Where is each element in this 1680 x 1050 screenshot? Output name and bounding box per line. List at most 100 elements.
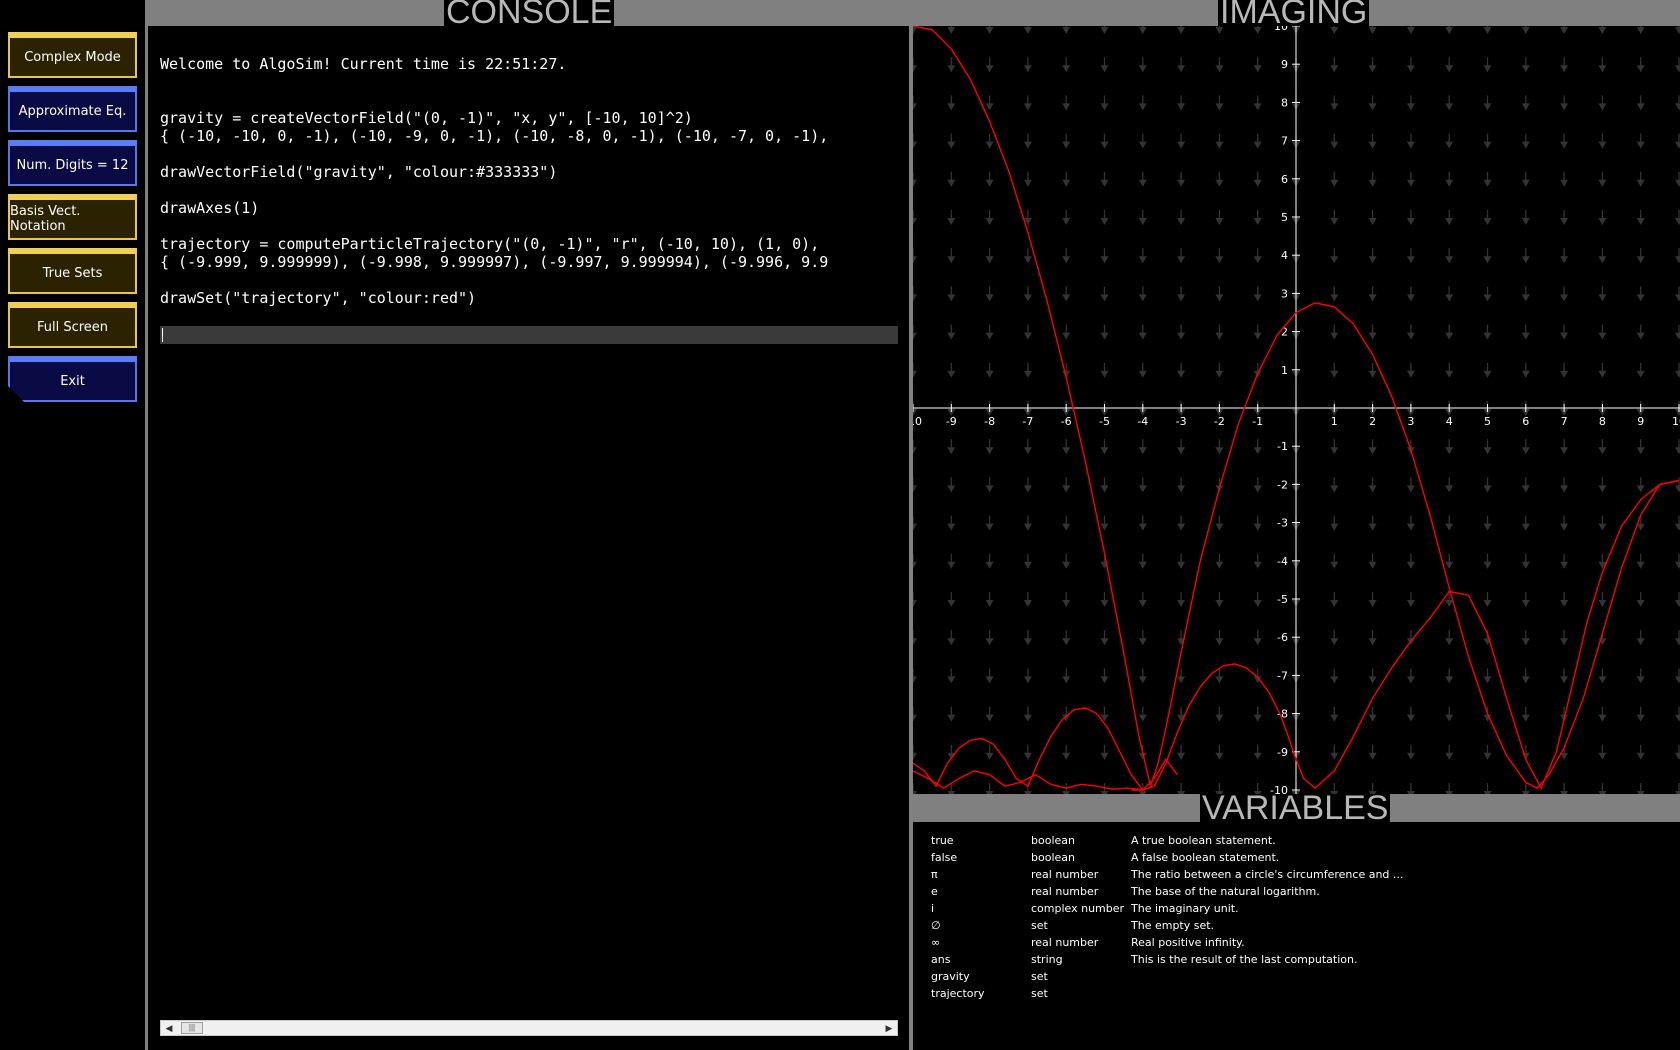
vector-arrowhead xyxy=(1636,370,1645,378)
vector-arrowhead xyxy=(913,218,917,225)
vector-arrowhead xyxy=(1521,179,1530,187)
vector-arrowhead xyxy=(1406,179,1415,187)
vector-arrowhead xyxy=(1138,103,1147,111)
y-tick-label: -7 xyxy=(1277,669,1288,682)
vector-arrowhead xyxy=(947,256,956,264)
vector-arrowhead xyxy=(1330,218,1339,225)
console-line: gravity = createVectorField("(0, -1)", "… xyxy=(160,110,693,126)
x-tick-label: -8 xyxy=(984,415,995,428)
vector-arrowhead xyxy=(1330,179,1339,187)
variable-type: set xyxy=(1031,919,1048,932)
vector-arrowhead xyxy=(1560,27,1569,34)
num-digits-button[interactable]: Num. Digits = 12 xyxy=(8,140,137,186)
variable-name: ans xyxy=(931,953,951,966)
vector-arrowhead xyxy=(1062,523,1071,531)
y-tick-label: -9 xyxy=(1277,746,1288,759)
vector-arrowhead xyxy=(1062,218,1071,225)
scroll-left-icon[interactable]: ◀ xyxy=(161,1021,177,1035)
vector-arrowhead xyxy=(1521,65,1530,73)
vector-arrowhead xyxy=(1521,27,1530,34)
vector-arrowhead xyxy=(1253,218,1262,225)
vector-arrowhead xyxy=(913,447,917,455)
vector-arrowhead xyxy=(1100,141,1109,149)
variable-name: gravity xyxy=(931,970,970,983)
vector-arrowhead xyxy=(1521,141,1530,149)
vector-arrowhead xyxy=(1023,179,1032,187)
vector-arrowhead xyxy=(1177,561,1186,569)
vector-arrowhead xyxy=(1330,370,1339,378)
vector-arrowhead xyxy=(1138,561,1147,569)
vector-arrowhead xyxy=(1483,27,1492,34)
vector-arrowhead xyxy=(1521,714,1530,722)
variable-description: The ratio between a circle's circumferen… xyxy=(1131,868,1404,881)
vector-arrowhead xyxy=(985,27,994,34)
console-input[interactable] xyxy=(160,326,898,344)
vector-arrowhead xyxy=(1062,447,1071,455)
vector-arrowhead xyxy=(1675,141,1680,149)
vector-arrowhead xyxy=(1636,141,1645,149)
vector-arrowhead xyxy=(1177,332,1186,340)
variables-panel: true boolean A true boolean statement. fal… xyxy=(913,822,1680,1050)
vector-arrowhead xyxy=(1675,676,1680,684)
vector-arrowhead xyxy=(1023,638,1032,646)
vector-arrowhead xyxy=(1368,103,1377,111)
vector-arrowhead xyxy=(1483,676,1492,684)
vector-arrowhead xyxy=(947,141,956,149)
vector-arrowhead xyxy=(1023,752,1032,760)
basis-vect-notation-button[interactable]: Basis Vect. Notation xyxy=(8,194,137,240)
vector-arrowhead xyxy=(1023,141,1032,149)
vector-arrowhead xyxy=(1062,294,1071,302)
true-sets-button[interactable]: True Sets xyxy=(8,248,137,294)
x-tick-label: 7 xyxy=(1561,415,1568,428)
x-tick-label: 9 xyxy=(1637,415,1644,428)
variable-description: This is the result of the last computati… xyxy=(1131,953,1358,966)
text-caret xyxy=(162,328,163,342)
exit-button[interactable]: Exit xyxy=(8,356,137,402)
vector-arrowhead xyxy=(1560,218,1569,225)
vector-arrowhead xyxy=(1023,447,1032,455)
vector-arrowhead xyxy=(1406,600,1415,607)
vector-arrowhead xyxy=(1598,600,1607,607)
variable-name: ∅ xyxy=(931,919,941,932)
vector-arrowhead xyxy=(1368,27,1377,34)
vector-arrowhead xyxy=(913,103,917,111)
vector-arrowhead xyxy=(1215,523,1224,531)
vector-arrowhead xyxy=(1062,27,1071,34)
vector-arrowhead xyxy=(1177,103,1186,111)
scroll-right-icon[interactable]: ▶ xyxy=(881,1021,897,1035)
vector-arrowhead xyxy=(1598,332,1607,340)
vector-arrowhead xyxy=(913,752,917,760)
imaging-title: IMAGING xyxy=(1218,0,1370,26)
vector-arrowhead xyxy=(1445,447,1454,455)
vector-arrowhead xyxy=(1062,561,1071,569)
variable-description: A false boolean statement. xyxy=(1131,851,1280,864)
vector-arrowhead xyxy=(947,294,956,302)
vector-arrowhead xyxy=(947,561,956,569)
complex-mode-button[interactable]: Complex Mode xyxy=(8,32,137,78)
vector-arrowhead xyxy=(1253,65,1262,73)
vector-arrowhead xyxy=(1062,179,1071,187)
vector-arrowhead xyxy=(1675,600,1680,607)
vector-arrowhead xyxy=(1483,65,1492,73)
imaging-panel[interactable]: -10 -9 -8 -7 -6 -5 -4 -3 -2 -1 1 2 3 4 5 6 7 8 9 10 10 9 8 7 6 5 4… xyxy=(913,26,1680,794)
vector-arrowhead xyxy=(1521,256,1530,264)
vector-arrowhead xyxy=(1215,676,1224,684)
vector-arrowhead xyxy=(985,103,994,111)
plot-canvas[interactable]: -10 -9 -8 -7 -6 -5 -4 -3 -2 -1 1 2 3 4 5 6 7 8 9 10 10 9 8 7 6 5 4… xyxy=(913,26,1680,794)
scroll-thumb[interactable]: ||| xyxy=(181,1022,203,1034)
vector-arrowhead xyxy=(1636,103,1645,111)
approximate-eq-button[interactable]: Approximate Eq. xyxy=(8,86,137,132)
variable-type: set xyxy=(1031,970,1048,983)
vector-arrowhead xyxy=(1023,561,1032,569)
console-horizontal-scrollbar[interactable]: ◀ ||| ▶ xyxy=(160,1020,898,1036)
vector-arrowhead xyxy=(1330,600,1339,607)
vector-arrowhead xyxy=(985,561,994,569)
vector-arrowhead xyxy=(1560,294,1569,302)
vector-arrowhead xyxy=(1368,714,1377,722)
vector-arrowhead xyxy=(1636,256,1645,264)
vector-arrowhead xyxy=(1368,141,1377,149)
vector-arrowhead xyxy=(1100,103,1109,111)
vector-arrowhead xyxy=(1675,103,1680,111)
full-screen-button[interactable]: Full Screen xyxy=(8,302,137,348)
vector-arrowhead xyxy=(1253,561,1262,569)
